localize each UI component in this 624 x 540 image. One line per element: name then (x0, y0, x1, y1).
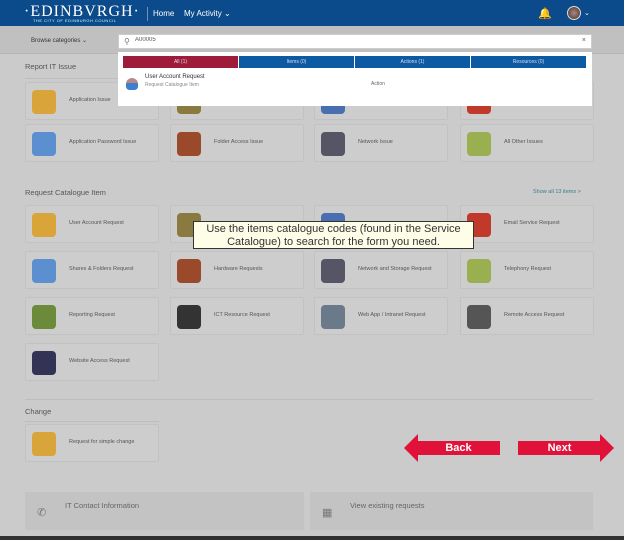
view-existing-requests[interactable]: ▦ View existing requests (310, 492, 593, 530)
tile-label: Folder Access Issue (214, 139, 264, 145)
result-subtitle: Request Catalogue Item (145, 82, 199, 88)
tile-label: Network and Storage Request (358, 266, 432, 272)
tile-icon (32, 90, 56, 114)
tile-icon (32, 213, 56, 237)
footer-label: View existing requests (350, 501, 425, 510)
tile-icon (321, 132, 345, 156)
report-it-issue-title: Report IT Issue (25, 62, 77, 71)
arrow-left-icon (404, 434, 418, 462)
tab-resources[interactable]: Resources (0) (471, 56, 587, 68)
tile-label: ICT Resource Request (214, 312, 270, 318)
tile-label: Network Issue (358, 139, 393, 145)
phone-icon: ✆ (37, 507, 47, 519)
tile-label: Reporting Request (69, 312, 115, 318)
it-contact-information[interactable]: ✆ IT Contact Information (25, 492, 304, 530)
top-header: ·EDINBVRGH· THE CITY OF EDINBURGH COUNCI… (0, 0, 624, 26)
request-catalogue-title: Request Catalogue Item (25, 188, 106, 197)
tab-actions[interactable]: Actions (1) (355, 56, 471, 68)
nav-home[interactable]: Home (153, 9, 174, 18)
tile-icon (321, 259, 345, 283)
search-input[interactable] (135, 37, 575, 43)
tile-icon (32, 432, 56, 456)
tile-icon (177, 259, 201, 283)
report-issue-tile[interactable]: Application Password Issue (25, 124, 159, 162)
change-tile[interactable]: Request for simple change (25, 424, 159, 462)
tooltip: Use the items catalogue codes (found in … (193, 221, 474, 249)
tile-icon (32, 259, 56, 283)
search-results-panel: All (1) Items (0) Actions (1) Resources … (118, 52, 592, 106)
tile-label: Website Access Request (69, 358, 130, 364)
tile-label: Request for simple change (69, 439, 135, 445)
tile-icon (467, 132, 491, 156)
tile-label: Remote Access Request (504, 312, 565, 318)
results-tabs: All (1) Items (0) Actions (1) Resources … (123, 56, 587, 68)
report-issue-tile[interactable]: Network Issue (314, 124, 448, 162)
catalogue-item-tile[interactable]: ICT Resource Request (170, 297, 304, 335)
divider (147, 7, 148, 21)
tile-icon (32, 351, 56, 375)
taskbar-edge (0, 536, 624, 540)
bell-icon[interactable]: 🔔 (538, 7, 552, 20)
search-icon: ⚲ (124, 37, 130, 46)
browse-categories-button[interactable]: Browse categories ⌄ (31, 37, 87, 44)
report-issue-tile[interactable]: Folder Access Issue (170, 124, 304, 162)
clear-search-icon[interactable]: × (582, 37, 586, 44)
tile-icon (32, 132, 56, 156)
catalogue-item-tile[interactable]: User Account Request (25, 205, 159, 243)
tile-label: User Account Request (69, 220, 124, 226)
report-issue-tile[interactable]: All Other Issues (460, 124, 594, 162)
result-title[interactable]: User Account Request (145, 74, 205, 80)
show-all-items-link[interactable]: Show all 13 items > (533, 189, 581, 195)
chevron-down-icon[interactable]: ⌄ (584, 9, 590, 17)
avatar[interactable] (567, 6, 581, 20)
divider (25, 399, 593, 400)
footer-label: IT Contact Information (65, 501, 140, 510)
logo-subtitle: THE CITY OF EDINBURGH COUNCIL (33, 18, 117, 23)
tile-icon (177, 305, 201, 329)
arrow-right-icon (600, 434, 614, 462)
change-title: Change (25, 407, 52, 416)
calendar-clock-icon: ▦ (322, 507, 333, 519)
catalogue-item-tile[interactable]: Email Service Request (460, 205, 594, 243)
catalogue-item-tile[interactable]: Website Access Request (25, 343, 159, 381)
catalogue-item-tile[interactable]: Network and Storage Request (314, 251, 448, 289)
catalogue-item-tile[interactable]: Reporting Request (25, 297, 159, 335)
tile-icon (467, 305, 491, 329)
tile-icon (32, 305, 56, 329)
catalogue-item-tile[interactable]: Remote Access Request (460, 297, 594, 335)
tile-label: Hardware Requests (214, 266, 263, 272)
user-icon (126, 78, 138, 90)
tile-icon (177, 132, 201, 156)
catalogue-item-tile[interactable]: Shares & Folders Request (25, 251, 159, 289)
catalogue-item-tile[interactable]: Web App / Intranet Request (314, 297, 448, 335)
catalogue-item-tile[interactable]: Telephony Request (460, 251, 594, 289)
next-button[interactable]: Next (518, 434, 614, 462)
tile-label: Email Service Request (504, 220, 560, 226)
catalogue-item-tile[interactable]: Hardware Requests (170, 251, 304, 289)
tab-all[interactable]: All (1) (123, 56, 239, 68)
tile-icon (321, 305, 345, 329)
tile-label: Shares & Folders Request (69, 266, 134, 272)
search-box: ⚲ × (118, 34, 592, 49)
tile-label: Telephony Request (504, 266, 552, 272)
tile-icon (467, 259, 491, 283)
result-type: Action (371, 81, 385, 87)
tile-label: Application Password Issue (69, 139, 137, 145)
tile-label: Web App / Intranet Request (358, 312, 426, 318)
nav-my-activity[interactable]: My Activity ⌄ (184, 9, 231, 18)
next-label: Next (518, 441, 601, 455)
tab-items[interactable]: Items (0) (239, 56, 355, 68)
back-label: Back (417, 441, 500, 455)
back-button[interactable]: Back (404, 434, 500, 462)
divider (25, 421, 159, 422)
tile-label: All Other Issues (504, 139, 543, 145)
